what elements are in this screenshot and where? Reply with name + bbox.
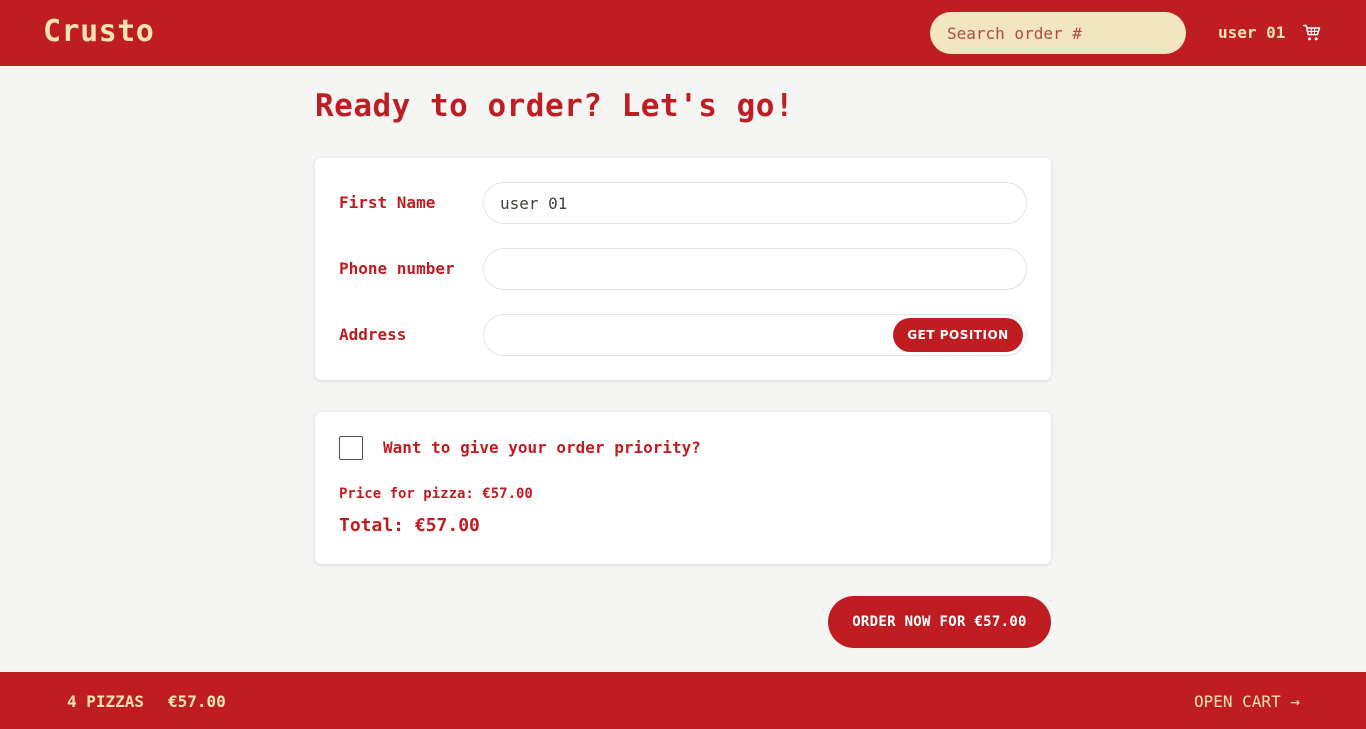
- cart-icon[interactable]: [1302, 23, 1322, 43]
- cart-total: €57.00: [168, 692, 226, 711]
- phone-label: Phone number: [339, 259, 455, 278]
- username: user 01: [1218, 23, 1286, 42]
- priority-checkbox[interactable]: [339, 436, 363, 460]
- priority-label[interactable]: Want to give your order priority?: [383, 438, 701, 457]
- search-input[interactable]: [930, 12, 1186, 54]
- first-name-label: First Name: [339, 193, 436, 212]
- phone-field[interactable]: [483, 248, 1027, 290]
- app-header: Crusto user 01: [0, 0, 1366, 66]
- logo[interactable]: Crusto: [43, 14, 154, 49]
- pizza-count: 4 PIZZAS: [67, 692, 145, 711]
- get-position-button[interactable]: GET POSITION: [893, 318, 1023, 352]
- price-line: Price for pizza: €57.00: [339, 486, 533, 502]
- open-cart-link[interactable]: OPEN CART →: [1194, 692, 1300, 711]
- first-name-field[interactable]: [483, 182, 1027, 224]
- order-form-card: First Name Phone number Address GET POSI…: [315, 158, 1051, 380]
- order-now-button[interactable]: ORDER NOW FOR €57.00: [828, 596, 1051, 648]
- cart-overview-footer: 4 PIZZAS €57.00 OPEN CART →: [0, 672, 1366, 729]
- total-line: Total: €57.00: [339, 515, 480, 536]
- address-label: Address: [339, 325, 407, 344]
- priority-card: Want to give your order priority? Price …: [315, 412, 1051, 564]
- page-title: Ready to order? Let's go!: [315, 88, 795, 124]
